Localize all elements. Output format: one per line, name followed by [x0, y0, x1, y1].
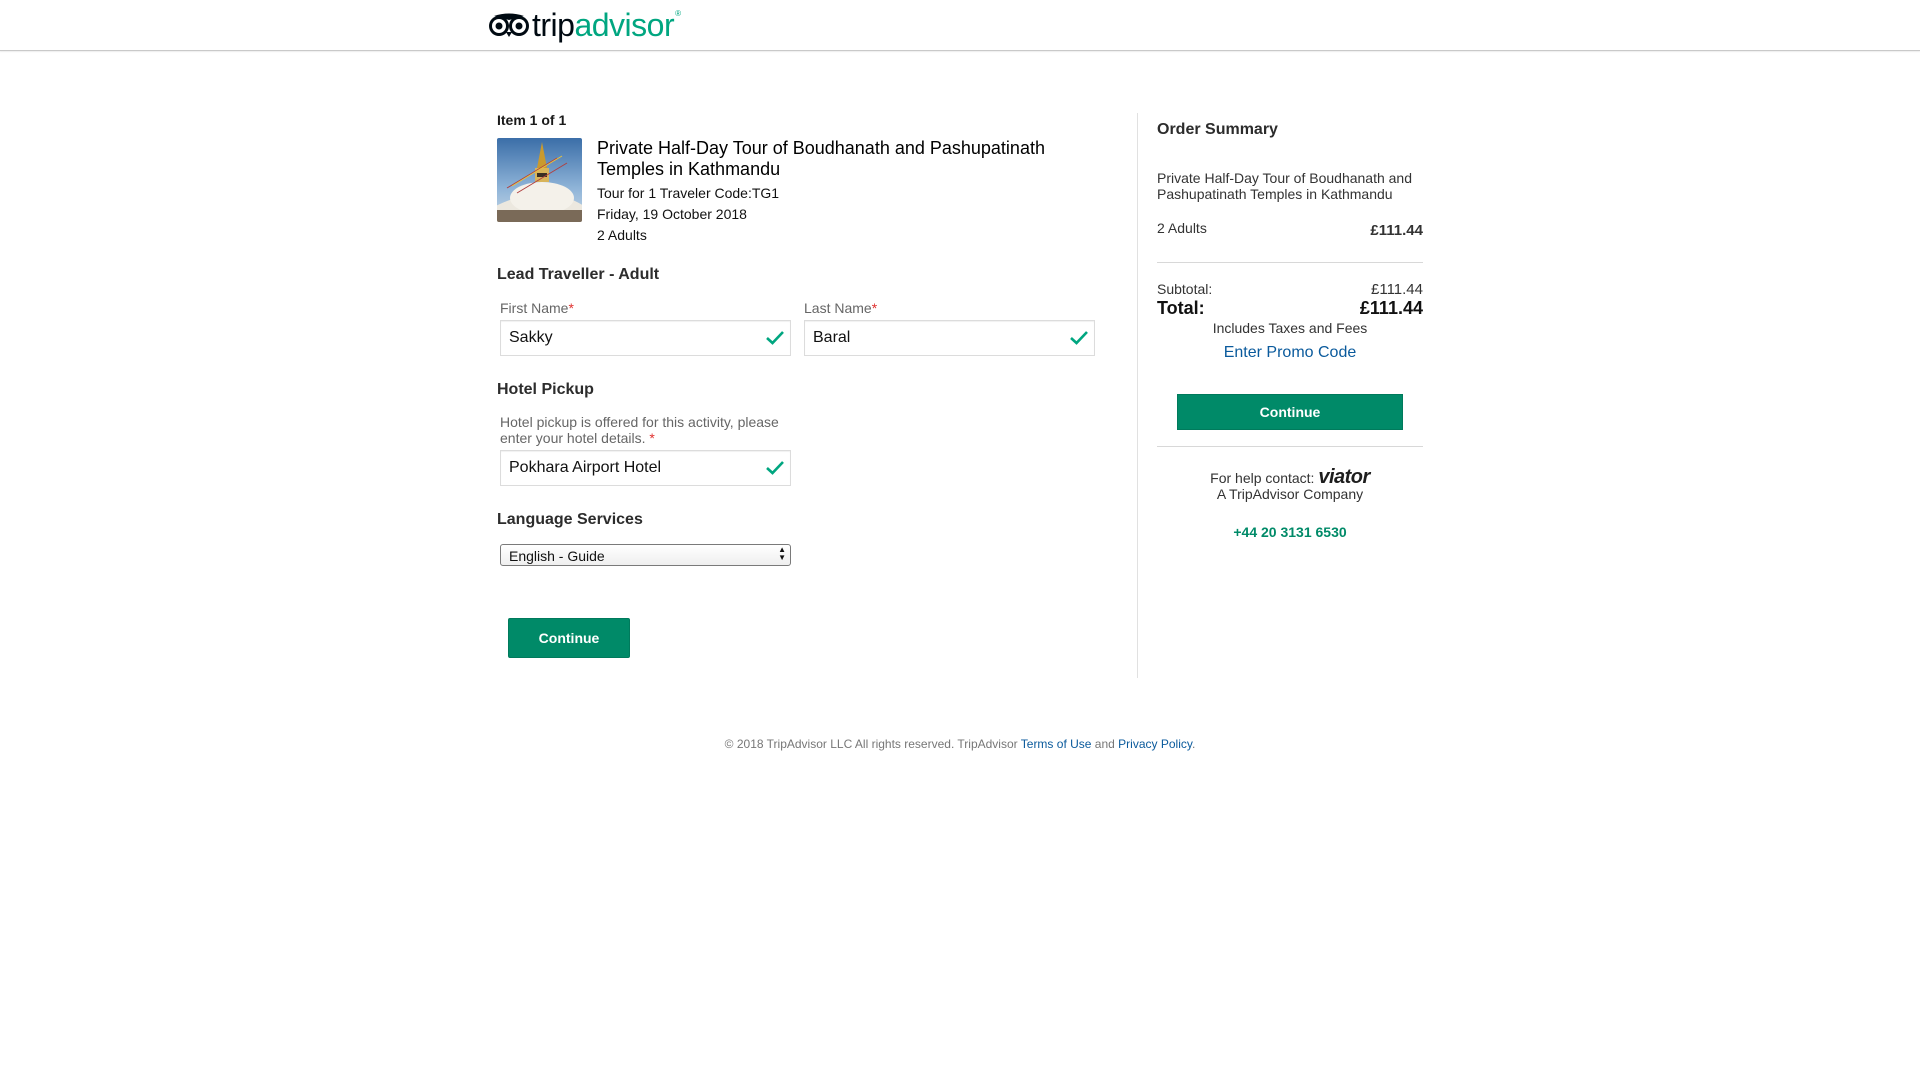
page-footer: © 2018 TripAdvisor LLC All rights reserv…: [0, 737, 1920, 751]
order-summary-title: Order Summary: [1157, 121, 1278, 138]
subtotal-value: £111.44: [1371, 281, 1423, 298]
product-travelers: 2 Adults: [597, 227, 647, 243]
product-thumbnail: [497, 138, 582, 222]
last-name-field[interactable]: [804, 320, 1095, 356]
product-info: Private Half-Day Tour of Boudhanath and …: [597, 138, 1077, 246]
summary-continue-button[interactable]: Continue: [1177, 394, 1403, 430]
lead-traveller-heading: Lead Traveller - Adult: [497, 266, 660, 283]
adults-label: 2 Adults: [1157, 220, 1207, 236]
order-summary-product: Private Half-Day Tour of Boudhanath and …: [1157, 170, 1413, 202]
check-icon: [1070, 331, 1088, 345]
product-title[interactable]: Private Half-Day Tour of Boudhanath and …: [597, 138, 1077, 180]
language-select-value: English - Guide: [509, 548, 605, 564]
help-prefix: For help contact:: [1210, 470, 1315, 486]
last-name-label: Last Name*: [804, 300, 878, 316]
subtotal-label: Subtotal:: [1157, 281, 1213, 297]
item-count: Item 1 of 1: [497, 112, 567, 128]
tripadvisor-company-note: A TripAdvisor Company: [1216, 486, 1364, 502]
hotel-field[interactable]: [500, 450, 791, 486]
column-divider: [1137, 113, 1138, 678]
language-select[interactable]: English - Guide ▲ ▼: [500, 544, 791, 566]
total-label: Total:: [1157, 298, 1205, 318]
tripadvisor-owl-icon: [489, 13, 529, 37]
terms-of-use-link[interactable]: Terms of Use: [1021, 737, 1092, 751]
check-icon: [766, 461, 784, 475]
logo-wordmark: tripadvisor: [532, 7, 675, 43]
adults-price: £111.44: [1370, 222, 1423, 239]
privacy-policy-link[interactable]: Privacy Policy: [1118, 737, 1192, 751]
first-name-input[interactable]: [509, 321, 749, 355]
adults-row: 2 Adults £111.44: [1157, 220, 1423, 239]
select-arrows-icon: ▲ ▼: [778, 545, 786, 562]
promo-code-link[interactable]: Enter Promo Code: [1157, 344, 1423, 362]
subtotal-row: Subtotal: £111.44: [1157, 281, 1423, 298]
language-services-heading: Language Services: [497, 511, 643, 528]
hotel-pickup-help: Hotel pickup is offered for this activit…: [500, 414, 779, 446]
footer-copyright: © 2018 TripAdvisor LLC All rights reserv…: [724, 737, 1018, 751]
last-name-input[interactable]: [813, 321, 1053, 355]
hotel-pickup-heading: Hotel Pickup: [497, 381, 594, 398]
footer-period: .: [1191, 737, 1196, 751]
first-name-label: First Name*: [500, 300, 574, 316]
summary-divider-2: [1157, 446, 1423, 447]
first-name-field[interactable]: [500, 320, 791, 356]
continue-button[interactable]: Continue: [508, 618, 630, 658]
check-icon: [766, 331, 784, 345]
product-details: Tour for 1 Traveler Code:TG1: [597, 185, 780, 201]
hotel-input[interactable]: [509, 451, 749, 485]
stupa-image: [497, 138, 582, 222]
top-header: tripadvisor ®: [0, 0, 1920, 51]
help-phone-number[interactable]: +44 20 3131 6530: [1157, 524, 1423, 540]
total-row: Total: £111.44: [1157, 298, 1423, 319]
logo-registered-mark: ®: [675, 8, 682, 18]
footer-and: and: [1094, 737, 1115, 751]
summary-divider: [1157, 262, 1423, 263]
taxes-note: Includes Taxes and Fees: [1212, 320, 1368, 336]
total-value: £111.44: [1359, 298, 1423, 318]
tripadvisor-logo[interactable]: tripadvisor ®: [488, 7, 681, 43]
product-date: Friday, 19 October 2018: [597, 206, 747, 222]
viator-logo: viator: [1318, 466, 1370, 488]
